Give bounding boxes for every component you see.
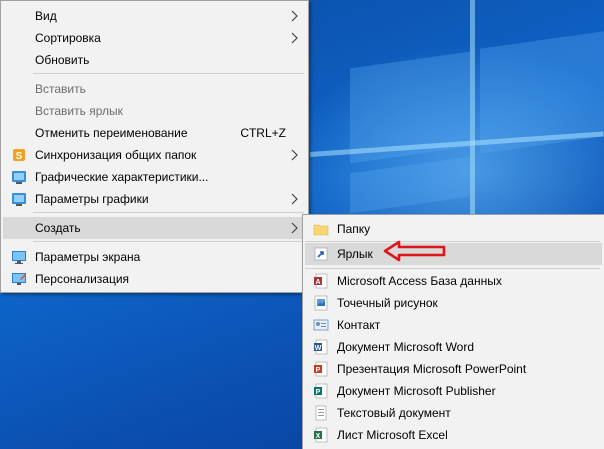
annotation-arrow-icon [383, 240, 446, 262]
menu-item-undo-rename[interactable]: Отменить переименование CTRL+Z [3, 122, 306, 144]
excel-icon: X [314, 427, 328, 443]
menu-item-shortcut: CTRL+Z [240, 126, 286, 140]
menu-item-sort[interactable]: Сортировка [3, 27, 306, 49]
menu-item-label: Вид [35, 9, 57, 23]
submenu-item-shortcut[interactable]: Ярлык [305, 243, 602, 265]
menu-item-label: Обновить [35, 53, 90, 67]
folder-icon [313, 224, 329, 236]
access-icon: A [314, 273, 328, 289]
menu-item-label: Персонализация [35, 272, 130, 286]
menu-item-personalization[interactable]: Персонализация [3, 268, 306, 290]
intel-graphics-icon [12, 193, 26, 206]
menu-item-label: Синхронизация общих папок [35, 148, 197, 162]
submenu-item-word[interactable]: W Документ Microsoft Word [305, 336, 602, 358]
submenu-item-text-document[interactable]: Текстовый документ [305, 402, 602, 424]
menu-item-display-settings[interactable]: Параметры экрана [3, 246, 306, 268]
text-document-icon [315, 405, 327, 421]
menu-item-paste-shortcut: Вставить ярлык [3, 100, 306, 122]
intel-graphics-icon [12, 171, 26, 184]
menu-item-graphics-properties[interactable]: Графические характеристики... [3, 166, 306, 188]
chevron-right-icon [291, 32, 298, 44]
menu-item-label: Создать [35, 221, 81, 235]
submenu-item-label: Лист Microsoft Excel [337, 428, 448, 442]
shortcut-icon [314, 247, 328, 261]
submenu-item-label: Точечный рисунок [337, 296, 438, 310]
submenu-item-access[interactable]: A Microsoft Access База данных [305, 270, 602, 292]
submenu-item-label: Папку [337, 222, 371, 236]
menu-separator [305, 241, 600, 242]
submenu-item-label: Контакт [337, 318, 381, 332]
submenu-item-label: Microsoft Access База данных [337, 274, 502, 288]
menu-item-refresh[interactable]: Обновить [3, 49, 306, 71]
menu-item-label: Параметры графики [35, 192, 149, 206]
menu-item-label: Вставить ярлык [35, 104, 123, 118]
chevron-right-icon [291, 222, 298, 234]
submenu-item-label: Документ Microsoft Publisher [337, 384, 496, 398]
menu-item-create[interactable]: Создать [3, 217, 306, 239]
menu-item-label: Графические характеристики... [35, 170, 209, 184]
submenu-item-label: Документ Microsoft Word [337, 340, 475, 354]
menu-item-paste: Вставить [3, 78, 306, 100]
display-settings-icon [12, 251, 26, 264]
submenu-item-powerpoint[interactable]: P Презентация Microsoft PowerPoint [305, 358, 602, 380]
sync-icon: S [13, 149, 25, 162]
menu-item-label: Параметры экрана [35, 250, 141, 264]
menu-separator [33, 212, 304, 213]
svg-text:P: P [316, 389, 321, 396]
submenu-item-label: Ярлык [337, 247, 373, 261]
menu-item-label: Сортировка [35, 31, 101, 45]
bitmap-icon [314, 295, 328, 311]
svg-text:X: X [316, 433, 321, 440]
powerpoint-icon: P [314, 361, 328, 377]
svg-text:S: S [16, 151, 23, 162]
contact-icon [313, 319, 329, 331]
submenu-item-label: Презентация Microsoft PowerPoint [337, 362, 527, 376]
publisher-icon: P [314, 383, 328, 399]
personalization-icon [12, 273, 26, 285]
menu-item-sync-folders[interactable]: S Синхронизация общих папок [3, 144, 306, 166]
menu-separator [305, 268, 600, 269]
submenu-item-folder[interactable]: Папку [305, 218, 602, 240]
menu-item-label: Вставить [35, 82, 86, 96]
menu-item-view[interactable]: Вид [3, 5, 306, 27]
menu-item-label: Отменить переименование [35, 126, 188, 140]
window-light-pane [350, 156, 470, 214]
create-submenu: Папку Ярлык A Microsoft Access База данн… [302, 214, 604, 449]
menu-separator [33, 73, 304, 74]
menu-separator [33, 241, 304, 242]
desktop-context-menu: Вид Сортировка Обновить Вставить Вставит… [0, 0, 309, 293]
chevron-right-icon [291, 193, 298, 205]
submenu-item-label: Текстовый документ [337, 406, 451, 420]
submenu-item-publisher[interactable]: P Документ Microsoft Publisher [305, 380, 602, 402]
svg-text:A: A [315, 279, 320, 286]
chevron-right-icon [291, 10, 298, 22]
word-icon: W [314, 339, 328, 355]
menu-item-graphics-options[interactable]: Параметры графики [3, 188, 306, 210]
svg-text:W: W [315, 345, 322, 352]
submenu-item-bitmap[interactable]: Точечный рисунок [305, 292, 602, 314]
svg-text:P: P [316, 367, 321, 374]
submenu-item-excel[interactable]: X Лист Microsoft Excel [305, 424, 602, 446]
chevron-right-icon [291, 149, 298, 161]
window-light-beam [470, 0, 475, 215]
submenu-item-contact[interactable]: Контакт [305, 314, 602, 336]
